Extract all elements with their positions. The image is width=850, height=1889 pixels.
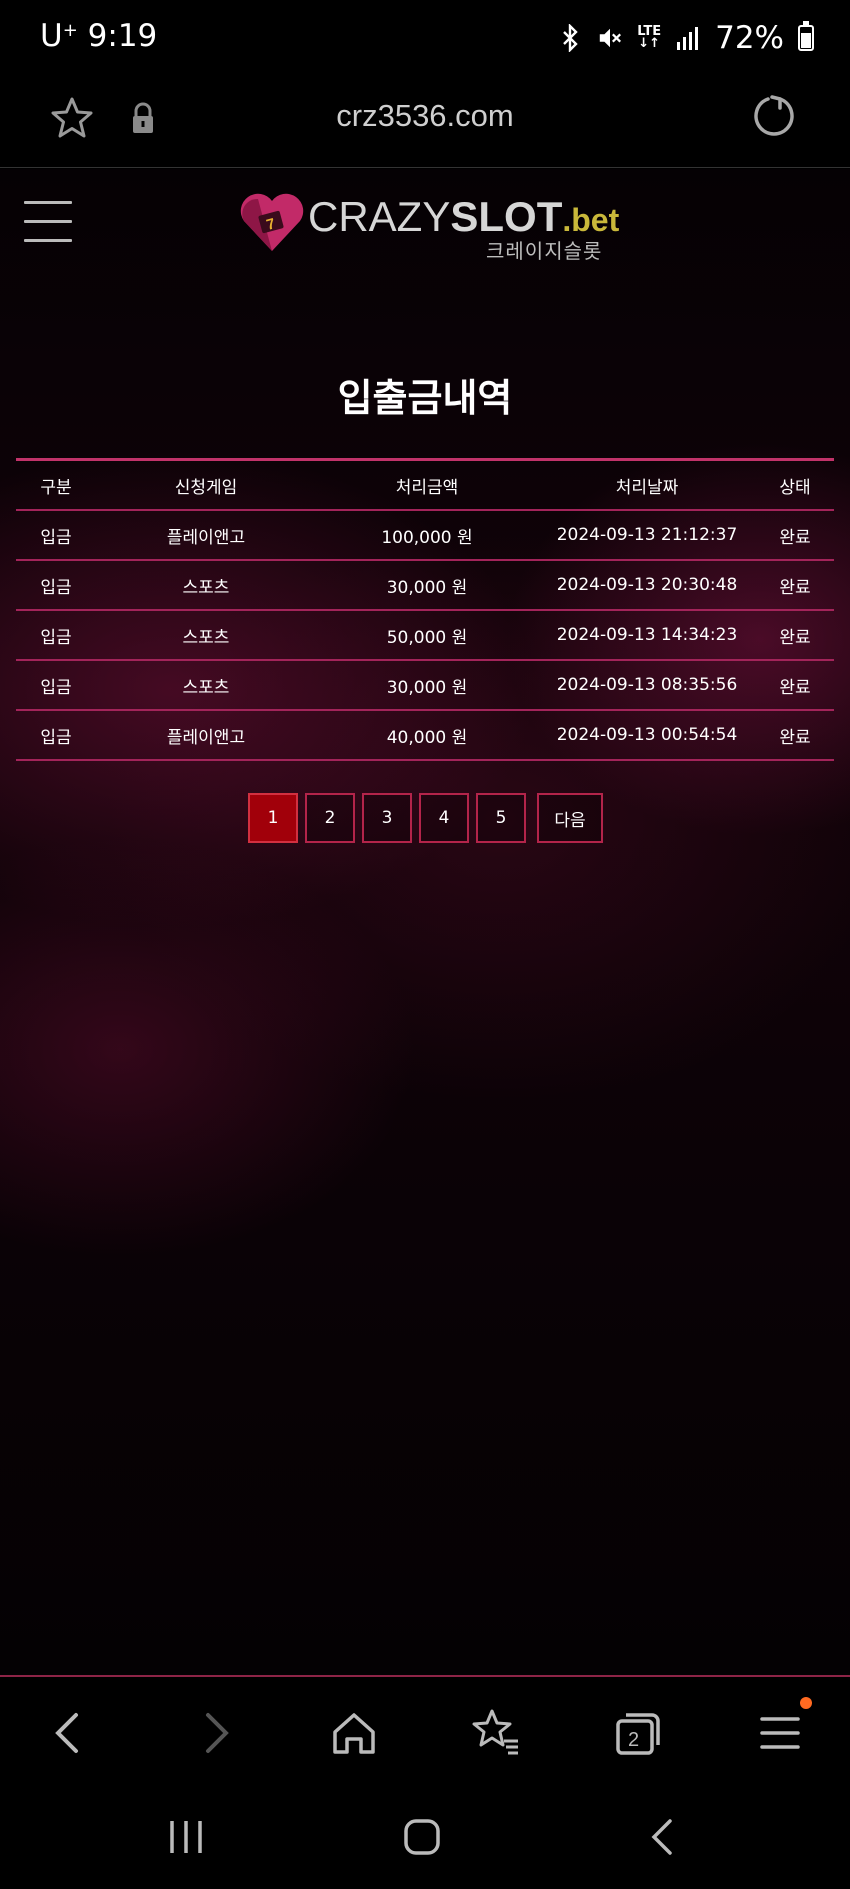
- header-type: 구분: [40, 477, 72, 498]
- header-game: 신청게임: [174, 477, 238, 498]
- lte-icon: LTE ↓↑: [637, 24, 662, 51]
- notification-dot: [800, 1697, 812, 1709]
- cell-type: 입금: [40, 527, 72, 548]
- page-button-2[interactable]: 2: [305, 793, 355, 843]
- carrier-plus: +: [62, 20, 78, 41]
- cell-amount: 30,000 원: [386, 677, 468, 698]
- logo-wordmark: CRAZYSLOT.bet: [308, 193, 619, 241]
- site-logo[interactable]: 7 CRAZYSLOT.bet 크레이지슬롯: [238, 191, 619, 263]
- battery-icon: [798, 21, 814, 51]
- logo-crazy: CRAZY: [308, 193, 451, 240]
- cell-date: 2024-09-13 14:34:23: [556, 625, 738, 645]
- menu-hamburger-icon[interactable]: [24, 201, 72, 242]
- status-icons: LTE ↓↑ 72%: [557, 20, 814, 56]
- tabs-icon[interactable]: 2: [610, 1705, 666, 1761]
- cell-type: 입금: [40, 577, 72, 598]
- reload-icon[interactable]: [750, 92, 798, 140]
- back-nav-icon[interactable]: [640, 1813, 688, 1861]
- browser-toolbar: 2: [0, 1675, 850, 1785]
- cell-date: 2024-09-13 20:30:48: [556, 575, 738, 595]
- cell-game: 플레이앤고: [166, 527, 246, 548]
- cell-type: 입금: [40, 727, 72, 748]
- cell-status: 완료: [779, 627, 811, 648]
- cell-amount: 50,000 원: [386, 627, 468, 648]
- battery-percent: 72%: [715, 20, 784, 56]
- table-row: 입금 스포츠 30,000 원 2024-09-13 08:35:56 완료: [16, 661, 834, 711]
- page-button-1[interactable]: 1: [248, 793, 298, 843]
- header-status: 상태: [779, 477, 811, 498]
- home-nav-icon[interactable]: [398, 1813, 446, 1861]
- cell-type: 입금: [40, 677, 72, 698]
- logo-slot: SLOT: [450, 193, 563, 240]
- signal-icon: [677, 27, 699, 50]
- page-button-3[interactable]: 3: [362, 793, 412, 843]
- url-text[interactable]: crz3536.com: [0, 98, 850, 134]
- tabs-count: 2: [628, 1729, 639, 1751]
- mute-icon: [599, 28, 622, 48]
- cell-status: 완료: [779, 577, 811, 598]
- page-title: 입출금내역: [337, 376, 513, 420]
- pagination: 1 2 3 4 5 다음: [248, 793, 603, 843]
- bluetooth-icon: [563, 24, 578, 52]
- table-header-row: 구분 신청게임 처리금액 처리날짜 상태: [16, 461, 834, 511]
- cell-amount: 100,000 원: [381, 527, 473, 548]
- cell-type: 입금: [40, 627, 72, 648]
- page-content: 7 CRAZYSLOT.bet 크레이지슬롯 입출금내역 구분 신청게임 처리금…: [0, 169, 850, 1675]
- cell-game: 스포츠: [182, 577, 230, 598]
- status-carrier-time: U+ 9:19: [40, 18, 157, 54]
- page-button-5[interactable]: 5: [476, 793, 526, 843]
- page-button-4[interactable]: 4: [419, 793, 469, 843]
- menu-icon[interactable]: [752, 1705, 808, 1761]
- logo-korean-subtitle: 크레이지슬롯: [486, 239, 603, 263]
- cell-amount: 30,000 원: [386, 577, 468, 598]
- cell-game: 스포츠: [182, 677, 230, 698]
- network-label: LTE: [637, 24, 662, 39]
- android-nav-bar: [0, 1785, 850, 1889]
- table-row: 입금 스포츠 50,000 원 2024-09-13 14:34:23 완료: [16, 611, 834, 661]
- cell-amount: 40,000 원: [386, 727, 468, 748]
- cell-date: 2024-09-13 08:35:56: [556, 675, 738, 695]
- cell-game: 플레이앤고: [166, 727, 246, 748]
- cell-status: 완료: [779, 527, 811, 548]
- cell-game: 스포츠: [182, 627, 230, 648]
- status-bar: U+ 9:19 LTE ↓↑ 72%: [0, 0, 850, 78]
- cell-status: 완료: [779, 727, 811, 748]
- cell-date: 2024-09-13 21:12:37: [556, 525, 738, 545]
- table-row: 입금 스포츠 30,000 원 2024-09-13 20:30:48 완료: [16, 561, 834, 611]
- carrier-label: U: [40, 18, 63, 54]
- browser-address-bar: crz3536.com: [0, 78, 850, 168]
- header-amount: 처리금액: [395, 477, 459, 498]
- cell-date: 2024-09-13 00:54:54: [556, 725, 738, 745]
- recent-apps-icon[interactable]: [162, 1813, 210, 1861]
- forward-arrow-icon[interactable]: [186, 1705, 242, 1761]
- cell-status: 완료: [779, 677, 811, 698]
- transaction-table: 구분 신청게임 처리금액 처리날짜 상태 입금 플레이앤고 100,000 원 …: [16, 458, 834, 761]
- header-date: 처리날짜: [615, 477, 679, 498]
- home-icon[interactable]: [326, 1705, 382, 1761]
- table-row: 입금 플레이앤고 100,000 원 2024-09-13 21:12:37 완…: [16, 511, 834, 561]
- status-time: 9:19: [87, 18, 158, 54]
- next-page-button[interactable]: 다음: [537, 793, 603, 843]
- logo-heart-icon: 7: [240, 193, 304, 251]
- back-arrow-icon[interactable]: [42, 1705, 98, 1761]
- table-row: 입금 플레이앤고 40,000 원 2024-09-13 00:54:54 완료: [16, 711, 834, 761]
- logo-bet: .bet: [562, 202, 620, 238]
- bookmarks-icon[interactable]: [468, 1705, 524, 1761]
